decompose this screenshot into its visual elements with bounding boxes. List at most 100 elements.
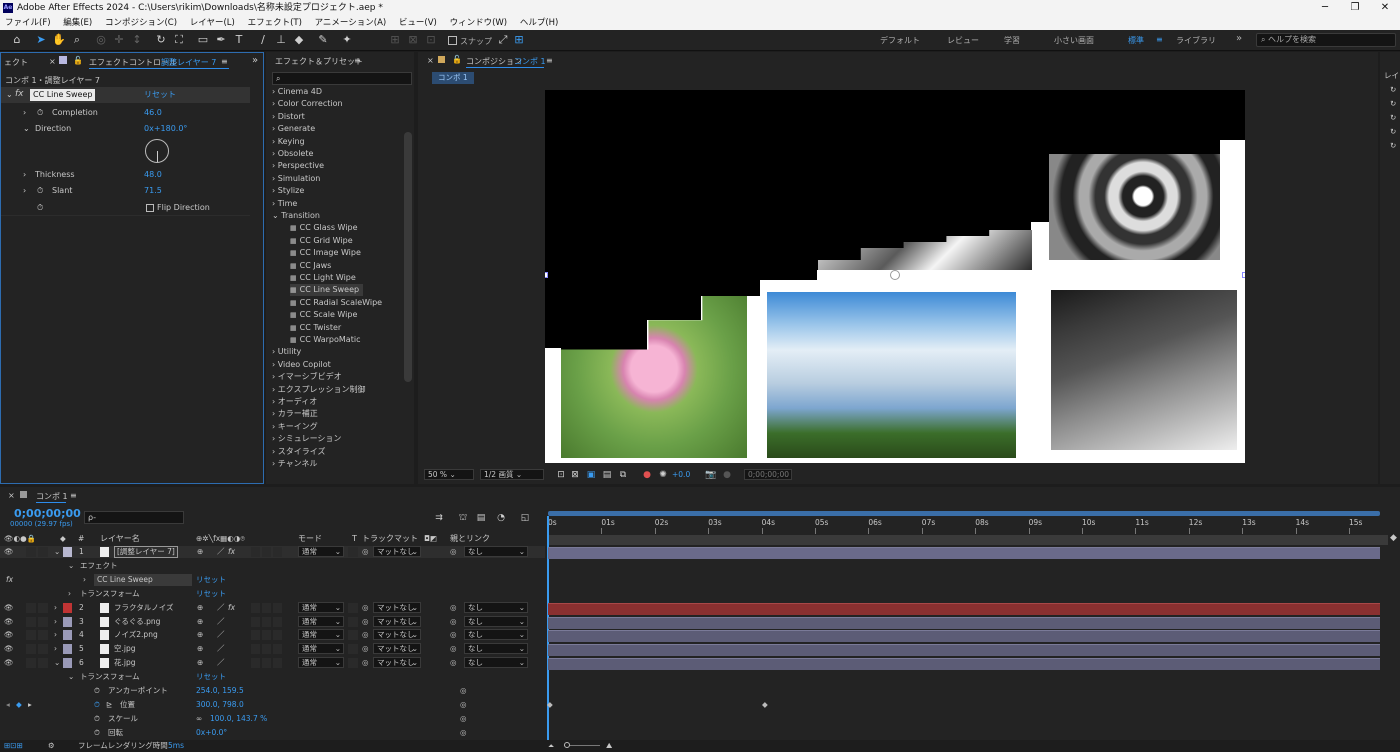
solo-switch[interactable]: [26, 547, 36, 557]
resolution-dropdown[interactable]: 1/2 画質 ⌄: [480, 469, 544, 480]
label-color-swatch[interactable]: [63, 602, 72, 613]
exposure-value[interactable]: +0.0: [672, 469, 690, 481]
transform-prop-row[interactable]: ⏱ スケール 100.0, 143.7 % ∞ ◎: [0, 713, 545, 725]
zoom-tool-icon[interactable]: ⌕: [70, 33, 84, 47]
rotate-tool-icon[interactable]: ↻: [154, 33, 168, 47]
visibility-eye-icon[interactable]: 👁: [4, 643, 14, 655]
rectangle-tool-icon[interactable]: ▭: [196, 33, 210, 47]
next-keyframe-icon[interactable]: ▸: [28, 699, 32, 711]
collapse-arrow-icon[interactable]: ⌄: [68, 671, 74, 683]
status-icons[interactable]: ⊞⊡⊞: [4, 740, 23, 752]
lock-icon[interactable]: 🔓: [73, 56, 83, 65]
close-tab-icon[interactable]: ×: [8, 491, 15, 500]
mask-visibility-icon[interactable]: ▣: [584, 468, 598, 482]
expand-arrow-icon[interactable]: ›: [54, 616, 57, 628]
comp-breadcrumb[interactable]: コンポ 1: [432, 72, 474, 84]
layer-row-1[interactable]: 👁 ⌄ 1 [調整レイヤー 7] ⊕ ／ fx 通常 ⌄ ◎ マットなし ⌄ ◎ なし ⌄: [0, 546, 545, 558]
quality-switch-icon[interactable]: ／: [217, 629, 225, 641]
effect-item-3[interactable]: ▦ CC Jaws: [290, 260, 331, 272]
lock-switch[interactable]: [38, 616, 48, 627]
hand-tool-icon[interactable]: ✋: [52, 33, 66, 47]
motion-blur-switch[interactable]: [251, 644, 260, 655]
layer-row-2[interactable]: 👁 › 2 フラクタルノイズ ⊕ ／ fx 通常 ⌄ ◎ マットなし ⌄ ◎ なし ⌄: [0, 601, 545, 614]
clone-stamp-tool-icon[interactable]: ⊥: [274, 33, 288, 47]
effect-category-b6[interactable]: › キーイング: [272, 421, 318, 433]
snap-checkbox[interactable]: [448, 36, 457, 45]
visibility-eye-icon[interactable]: 👁: [4, 546, 14, 558]
layer-duration-bar[interactable]: [548, 547, 1380, 559]
menu-file[interactable]: ファイル(F): [5, 18, 51, 28]
workspace-small-screen[interactable]: 小さい画面: [1054, 35, 1094, 46]
exposure-icon[interactable]: ✺: [656, 468, 670, 482]
effect-category-b0[interactable]: › Utility: [272, 346, 301, 358]
parent-pick-whip-icon[interactable]: ◎: [450, 629, 457, 641]
blend-mode-dropdown[interactable]: 通常 ⌄: [298, 629, 344, 641]
undo-history-icon[interactable]: ↻: [1390, 112, 1396, 124]
thickness-value[interactable]: 48.0: [144, 169, 162, 181]
layer-duration-bar[interactable]: [548, 644, 1380, 657]
motion-blur-switch[interactable]: [251, 602, 260, 613]
solo-switch[interactable]: [26, 658, 36, 669]
preserve-transparency[interactable]: [348, 602, 358, 613]
workspace-learn[interactable]: 学習: [1004, 35, 1020, 46]
collapse-arrow-icon[interactable]: ⌄: [54, 546, 60, 558]
effect-category-7[interactable]: › Simulation: [272, 173, 320, 185]
timeline-tab[interactable]: コンポ 1: [36, 491, 68, 502]
time-zoom-slider[interactable]: [564, 742, 600, 748]
keyframe-icon[interactable]: ◆: [762, 699, 768, 711]
effect-item-8[interactable]: ▦ CC Twister: [290, 322, 341, 334]
3d-switch[interactable]: [273, 547, 282, 557]
layer-duration-bar[interactable]: [548, 602, 1380, 615]
menu-window[interactable]: ウィンドウ(W): [450, 18, 508, 28]
frame-blending-icon[interactable]: ▤: [474, 511, 488, 525]
effect-reset-button[interactable]: リセット: [196, 574, 226, 586]
effects-search-input[interactable]: ⌕: [272, 72, 412, 85]
direction-dial[interactable]: [145, 139, 169, 163]
track-matte-dropdown[interactable]: マットなし ⌄: [373, 643, 421, 655]
expression-pick-whip-icon[interactable]: ◎: [460, 699, 467, 711]
layer-row-6[interactable]: 👁 ⌄ 6 花.jpg ⊕ ／通常 ⌄ ◎ マットなし ⌄ ◎ なし ⌄: [0, 657, 545, 669]
effect-category-4[interactable]: › Keying: [272, 136, 305, 148]
effect-category-b9[interactable]: › チャンネル: [272, 458, 318, 470]
panel-tab-truncated[interactable]: ェクト: [4, 57, 28, 68]
expression-pick-whip-icon[interactable]: ◎: [460, 713, 467, 725]
pan-tool-icon[interactable]: ✛: [112, 33, 126, 47]
expand-arrow-icon[interactable]: ›: [23, 169, 26, 181]
layer-duration-bar[interactable]: [548, 616, 1380, 629]
solo-switch[interactable]: [26, 616, 36, 627]
fx-toggle-icon[interactable]: fx: [15, 88, 24, 100]
expand-arrow-icon[interactable]: ›: [54, 643, 57, 655]
motion-blur-icon[interactable]: ◔: [494, 511, 508, 525]
snap-grid-icon[interactable]: ⊞: [512, 33, 526, 47]
effect-category-b2[interactable]: › イマーシブビデオ: [272, 371, 342, 383]
mode-header[interactable]: モード: [298, 533, 322, 545]
guides-icon[interactable]: ▤: [600, 468, 614, 482]
visibility-eye-icon[interactable]: 👁: [4, 616, 14, 628]
layer-name-header[interactable]: レイヤー名: [100, 533, 140, 545]
completion-value[interactable]: 46.0: [144, 107, 162, 119]
work-area-bar[interactable]: [548, 511, 1380, 516]
undo-history-icon[interactable]: ↻: [1390, 126, 1396, 138]
workspace-menu-icon[interactable]: ≡: [1156, 35, 1163, 44]
axis-view-icon[interactable]: ⊡: [424, 33, 438, 47]
zoom-in-icon[interactable]: ⛰: [606, 740, 612, 752]
effect-item-0[interactable]: ▦ CC Glass Wipe: [290, 222, 358, 234]
pick-whip-icon[interactable]: ◎: [362, 629, 369, 641]
effect-category-b3[interactable]: › エクスプレッション制御: [272, 384, 366, 396]
collapse-arrow-icon[interactable]: ⌄: [23, 123, 30, 135]
effects-presets-tab[interactable]: エフェクト＆プリセット: [275, 56, 363, 67]
maximize-icon[interactable]: ❐: [1340, 0, 1370, 16]
shy-switch-icon[interactable]: ⊕: [197, 643, 203, 655]
parent-dropdown[interactable]: なし ⌄: [464, 657, 528, 669]
3d-switch[interactable]: [273, 616, 282, 627]
3d-switch[interactable]: [273, 602, 282, 613]
layer-row-3[interactable]: 👁 › 3 ぐるぐる.png ⊕ ／通常 ⌄ ◎ マットなし ⌄ ◎ なし ⌄: [0, 615, 545, 628]
shy-switch-icon[interactable]: ⊕: [197, 657, 203, 669]
effect-category-b7[interactable]: › シミュレーション: [272, 433, 341, 445]
home-icon[interactable]: ⌂: [10, 33, 24, 47]
lock-switch[interactable]: [38, 658, 48, 669]
parent-pick-whip-icon[interactable]: ◎: [450, 643, 457, 655]
parent-header[interactable]: 親とリンク: [450, 533, 490, 545]
axis-local-icon[interactable]: ⊞: [388, 33, 402, 47]
parent-pick-whip-icon[interactable]: ◎: [450, 602, 457, 614]
